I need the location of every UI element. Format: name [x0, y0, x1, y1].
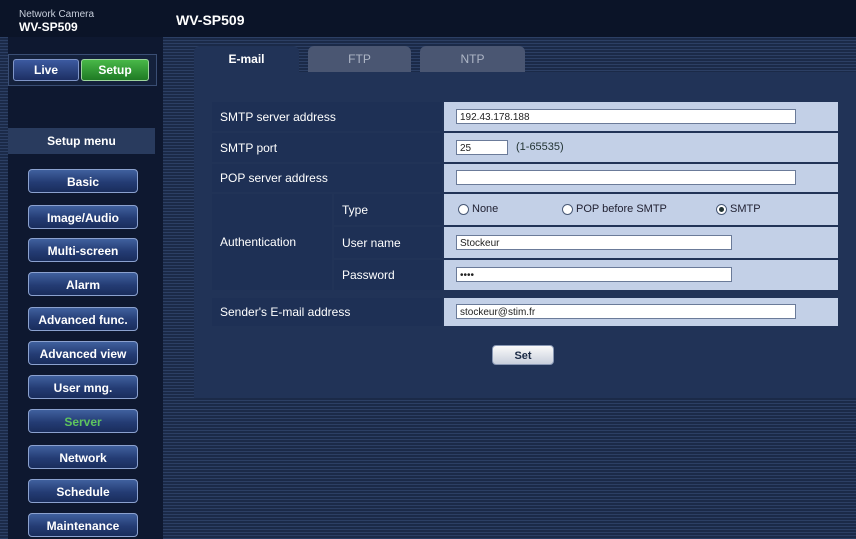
menu-advanced-func-button[interactable]: Advanced func.: [28, 307, 138, 331]
live-button[interactable]: Live: [13, 59, 79, 81]
pop-server-input[interactable]: [456, 170, 796, 185]
menu-multi-screen-button[interactable]: Multi-screen: [28, 238, 138, 262]
smtp-server-cell: 192.43.178.188: [444, 102, 838, 131]
page-title: WV-SP509: [176, 12, 245, 28]
sender-email-input[interactable]: stockeur@stim.fr: [456, 304, 796, 319]
smtp-port-row: SMTP port 25 (1-65535): [212, 133, 838, 162]
menu-schedule-button[interactable]: Schedule: [28, 479, 138, 503]
authentication-label: Authentication: [212, 194, 332, 290]
tab-ftp[interactable]: FTP: [308, 46, 411, 72]
setup-menu-title: Setup menu: [8, 128, 155, 154]
sidebar: Network Camera WV-SP509 Live Setup Setup…: [0, 0, 163, 539]
user-name-input[interactable]: Stockeur: [456, 235, 732, 250]
authentication-row: Authentication Type User name Password N…: [212, 194, 838, 290]
smtp-port-range: (1-65535): [516, 141, 564, 153]
auth-type-label: Type: [334, 194, 442, 225]
sender-email-cell: stockeur@stim.fr: [444, 298, 838, 326]
sender-email-label: Sender's E-mail address: [212, 298, 442, 326]
set-button[interactable]: Set: [492, 345, 554, 365]
sender-email-row: Sender's E-mail address stockeur@stim.fr: [212, 298, 838, 326]
menu-user-mng-button[interactable]: User mng.: [28, 375, 138, 399]
mode-switch: Live Setup: [8, 54, 157, 86]
radio-selected-icon: [716, 203, 727, 215]
pop-server-label: POP server address: [212, 164, 442, 192]
menu-alarm-button[interactable]: Alarm: [28, 272, 138, 296]
auth-password-cell: ••••: [444, 260, 838, 290]
smtp-port-cell: 25 (1-65535): [444, 133, 838, 162]
auth-type-cell: None POP before SMTP SMTP: [444, 194, 838, 225]
auth-user-label: User name: [334, 227, 442, 258]
auth-type-pop-before-smtp-radio[interactable]: POP before SMTP: [562, 203, 667, 215]
sidebar-stripe: [0, 37, 8, 539]
pop-server-cell: [444, 164, 838, 192]
menu-basic-button[interactable]: Basic: [28, 169, 138, 193]
auth-type-none-radio[interactable]: None: [458, 203, 498, 215]
tab-email[interactable]: E-mail: [194, 46, 299, 72]
password-input[interactable]: ••••: [456, 267, 732, 282]
menu-server-button[interactable]: Server: [28, 409, 138, 433]
smtp-server-input[interactable]: 192.43.178.188: [456, 109, 796, 124]
brand-header: Network Camera WV-SP509: [0, 0, 163, 37]
smtp-server-row: SMTP server address 192.43.178.188: [212, 102, 838, 131]
menu-advanced-view-button[interactable]: Advanced view: [28, 341, 138, 365]
brand-model: WV-SP509: [19, 20, 78, 34]
smtp-port-label: SMTP port: [212, 133, 442, 162]
menu-maintenance-button[interactable]: Maintenance: [28, 513, 138, 537]
radio-off-icon: [458, 203, 469, 215]
brand-subtitle: Network Camera: [19, 9, 95, 20]
top-bar: WV-SP509: [163, 0, 856, 37]
auth-password-label: Password: [334, 260, 442, 290]
auth-type-smtp-radio[interactable]: SMTP: [716, 203, 761, 215]
smtp-server-label: SMTP server address: [212, 102, 442, 131]
tab-ntp[interactable]: NTP: [420, 46, 525, 72]
smtp-port-input[interactable]: 25: [456, 140, 508, 155]
auth-type-pop-label: POP before SMTP: [576, 203, 667, 215]
setup-button[interactable]: Setup: [81, 59, 149, 81]
menu-network-button[interactable]: Network: [28, 445, 138, 469]
radio-off-icon: [562, 203, 573, 215]
menu-image-audio-button[interactable]: Image/Audio: [28, 205, 138, 229]
pop-server-row: POP server address: [212, 164, 838, 192]
auth-type-none-label: None: [472, 203, 499, 215]
auth-type-smtp-label: SMTP: [730, 203, 761, 215]
auth-user-cell: Stockeur: [444, 227, 838, 258]
